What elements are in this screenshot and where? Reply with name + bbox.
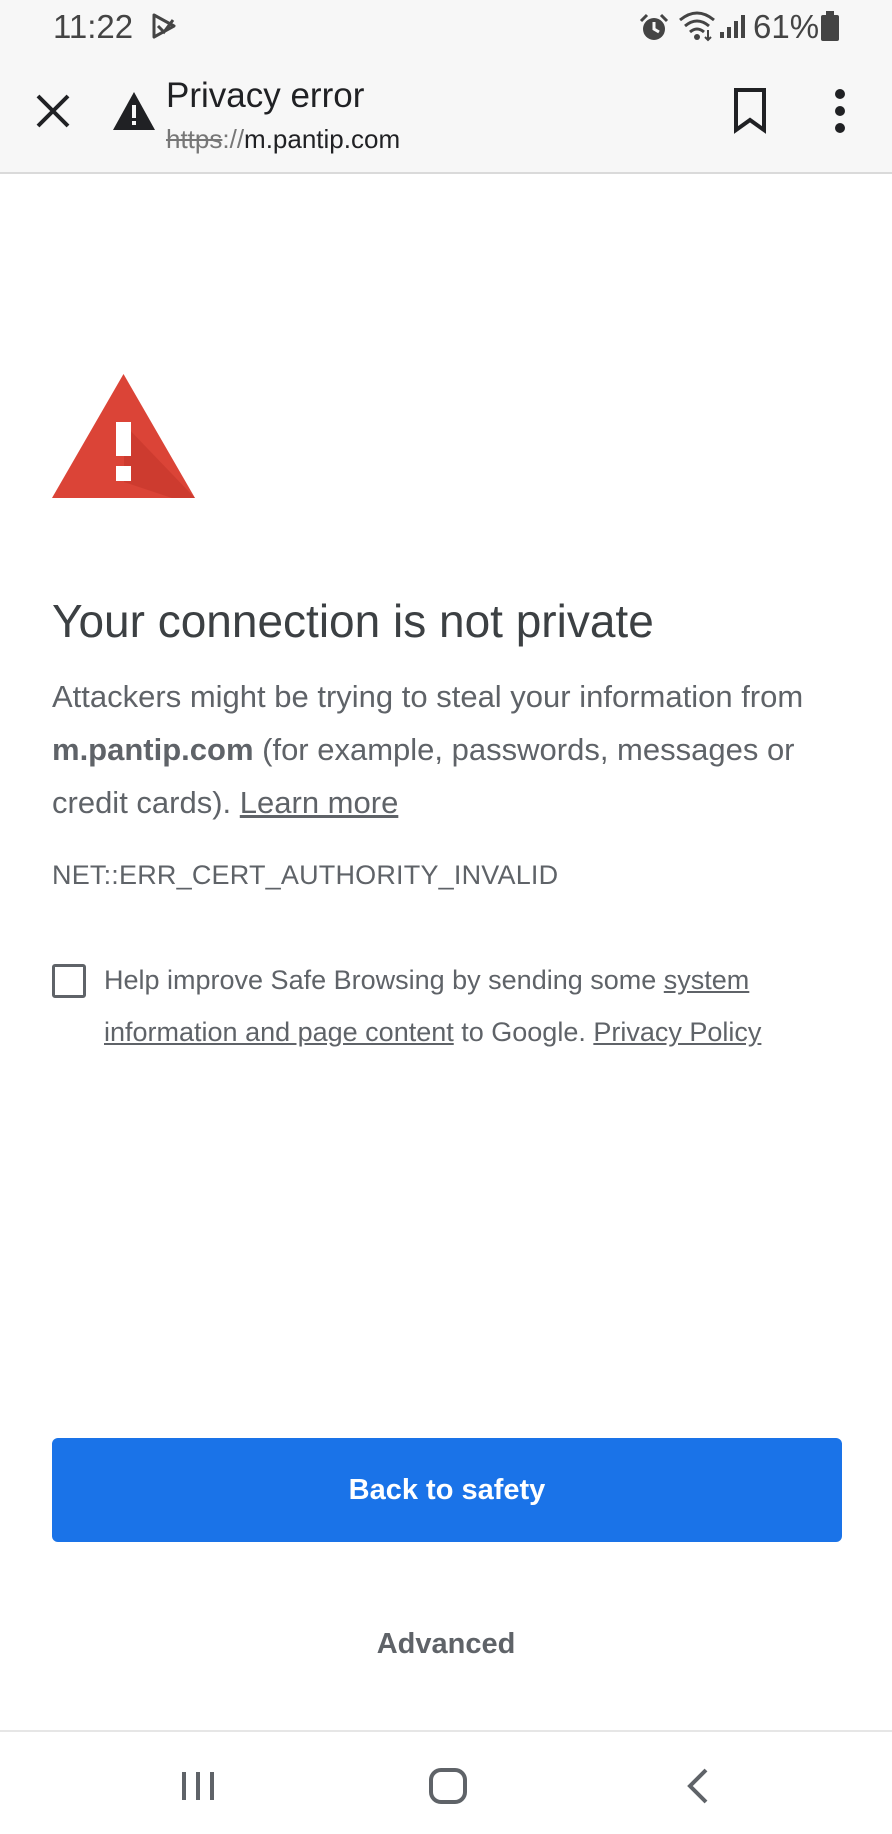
page-url[interactable]: https://m.pantip.com bbox=[166, 124, 400, 155]
interstitial-heading: Your connection is not private bbox=[52, 595, 654, 647]
back-to-safety-button[interactable]: Back to safety bbox=[52, 1438, 842, 1542]
safe-browsing-label: Help improve Safe Browsing by sending so… bbox=[104, 954, 864, 1058]
wifi-icon bbox=[679, 11, 715, 42]
recents-icon[interactable] bbox=[174, 1762, 222, 1810]
url-separator: :// bbox=[222, 124, 245, 154]
learn-more-link[interactable]: Learn more bbox=[240, 785, 399, 820]
battery-percent: 61% bbox=[753, 8, 820, 45]
interstitial-explanation: Attackers might be trying to steal your … bbox=[52, 670, 852, 829]
signal-icon bbox=[720, 15, 745, 38]
url-scheme: https bbox=[166, 124, 223, 154]
play-store-notification-icon bbox=[152, 13, 176, 39]
warning-icon[interactable] bbox=[112, 90, 156, 132]
screen: 11:22 61% Privacy error https://m.pantip… bbox=[0, 0, 892, 1834]
warning-triangle-icon bbox=[52, 374, 195, 498]
status-bar: 11:22 61% bbox=[0, 0, 892, 56]
back-icon[interactable] bbox=[674, 1762, 722, 1810]
battery-icon bbox=[821, 11, 839, 41]
alarm-icon bbox=[639, 13, 669, 40]
checkbox-text-prefix: Help improve Safe Browsing by sending so… bbox=[104, 965, 664, 995]
page-title: Privacy error bbox=[166, 76, 365, 115]
system-nav-bar bbox=[0, 1730, 892, 1834]
bookmark-icon[interactable] bbox=[728, 86, 772, 134]
url-host: m.pantip.com bbox=[244, 124, 401, 154]
custom-tab-toolbar: Privacy error https://m.pantip.com bbox=[0, 56, 892, 174]
more-vert-icon[interactable] bbox=[820, 86, 860, 136]
status-time: 11:22 bbox=[53, 8, 134, 45]
home-icon[interactable] bbox=[424, 1762, 472, 1810]
explanation-domain: m.pantip.com bbox=[52, 732, 254, 767]
close-icon[interactable] bbox=[28, 86, 78, 136]
privacy-policy-link[interactable]: Privacy Policy bbox=[593, 1017, 761, 1047]
error-code: NET::ERR_CERT_AUTHORITY_INVALID bbox=[52, 860, 559, 890]
checkbox-text-middle: to Google. bbox=[453, 1017, 594, 1047]
safe-browsing-checkbox[interactable] bbox=[52, 964, 86, 998]
advanced-button[interactable]: Advanced bbox=[296, 1616, 596, 1672]
explanation-prefix: Attackers might be trying to steal your … bbox=[52, 679, 804, 714]
